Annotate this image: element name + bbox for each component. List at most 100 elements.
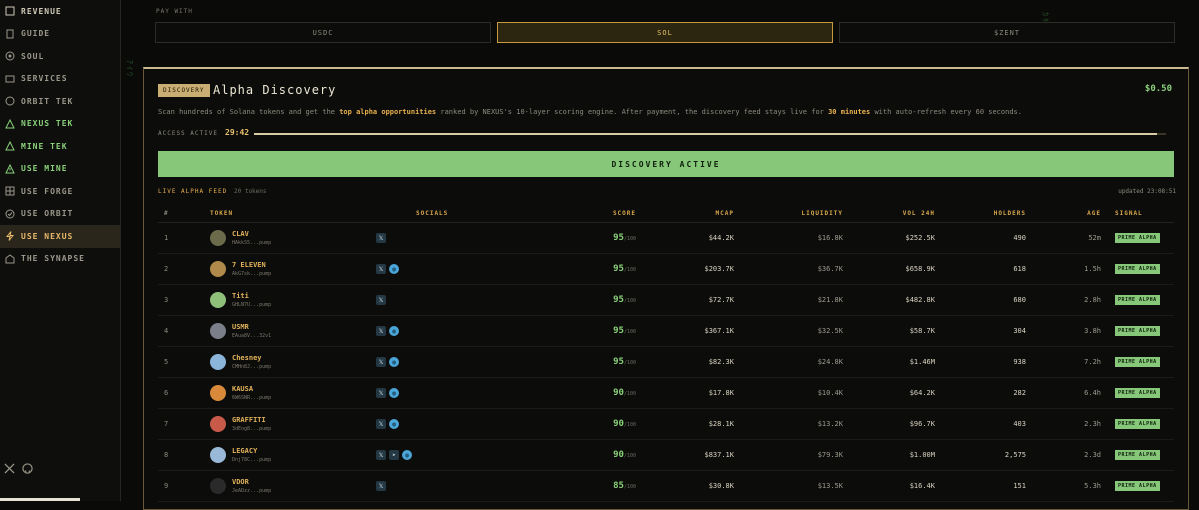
x-link-icon[interactable]: 𝕏: [376, 264, 386, 274]
vol24h-cell: $482.8K: [843, 284, 935, 316]
pay-zent-button[interactable]: $ZENT: [839, 22, 1175, 43]
website-link-icon[interactable]: ◍: [402, 450, 412, 460]
socials-cell: 𝕏: [376, 284, 536, 316]
x-link-icon[interactable]: 𝕏: [376, 233, 386, 243]
sidebar-item-mine-tek[interactable]: MINE TEK: [0, 135, 120, 158]
sidebar-item-orbit-tek[interactable]: ORBIT TEK: [0, 90, 120, 113]
sidebar-item-services[interactable]: SERVICES: [0, 68, 120, 91]
age-cell: 3.8h: [1026, 315, 1101, 347]
table-row[interactable]: 27 ELEVEN AkG7sk...pump 𝕏 ◍ 95/100 $203.7K $36…: [158, 253, 1174, 285]
soul-icon: [5, 51, 15, 61]
pay-usdc-button[interactable]: USDC: [155, 22, 491, 43]
sidebar-item-nexus-tek[interactable]: NEXUS TEK: [0, 113, 120, 136]
website-link-icon[interactable]: ◍: [389, 419, 399, 429]
col-header-liquidity[interactable]: LIQUIDITY: [734, 204, 843, 223]
token-name[interactable]: VDOR: [232, 478, 271, 486]
token-name[interactable]: 7 ELEVEN: [232, 261, 271, 269]
x-link-icon[interactable]: 𝕏: [376, 450, 386, 460]
socials-cell: 𝕏 ◍: [376, 253, 536, 285]
x-link-icon[interactable]: 𝕏: [376, 481, 386, 491]
website-link-icon[interactable]: ◍: [389, 388, 399, 398]
col-header-rank[interactable]: #: [158, 204, 210, 223]
sidebar-item-revenue[interactable]: REVENUE: [0, 0, 120, 23]
table-row[interactable]: 4 USMR EAua8V...32v1 𝕏 ◍ 95/100 $367.1K $32.5K $…: [158, 315, 1174, 347]
holders-cell: 618: [935, 253, 1026, 285]
signal-badge: PRIME ALPHA: [1115, 450, 1160, 460]
access-label: ACCESS ACTIVE: [158, 130, 218, 137]
revenue-icon: [5, 6, 15, 16]
col-header-socials[interactable]: SOCIALS: [376, 204, 536, 223]
score-cell: 85/100: [536, 470, 636, 502]
token-name[interactable]: CLAV: [232, 230, 271, 238]
score-suffix: /100: [623, 391, 636, 397]
github-icon[interactable]: [22, 463, 33, 474]
holders-cell: 680: [935, 284, 1026, 316]
signal-cell: PRIME ALPHA: [1101, 377, 1174, 409]
sidebar-item-use-mine[interactable]: USE MINE: [0, 158, 120, 181]
website-link-icon[interactable]: ◍: [389, 326, 399, 336]
col-header-holders[interactable]: HOLDERS: [935, 204, 1026, 223]
x-link-icon[interactable]: 𝕏: [376, 295, 386, 305]
vol24h-cell: $96.7K: [843, 408, 935, 440]
liquidity-cell: $36.7K: [734, 253, 843, 285]
token-name[interactable]: Titi: [232, 292, 271, 300]
socials-cell: 𝕏: [376, 470, 536, 502]
table-row[interactable]: 6 KAUSA 6W6SNR...pump 𝕏 ◍ 90/100 $17.8K $10.4K $…: [158, 377, 1174, 409]
col-header-score[interactable]: SCORE: [536, 204, 636, 223]
table-row[interactable]: 1 CLAV HAkkS5...pump 𝕏 95/100 $44.2K $16.8K $25…: [158, 222, 1174, 254]
pay-sol-button[interactable]: SOL: [497, 22, 833, 43]
discovery-active-button[interactable]: DISCOVERY ACTIVE: [158, 151, 1174, 177]
token-name[interactable]: USMR: [232, 323, 271, 331]
mine-icon: [5, 141, 15, 151]
x-link-icon[interactable]: 𝕏: [376, 357, 386, 367]
sidebar-item-use-nexus[interactable]: USE NEXUS: [0, 225, 120, 248]
token-name[interactable]: Chesney: [232, 354, 271, 362]
table-row[interactable]: 8 LEGACY Dnj78C...pump 𝕏 ➤ ◍ 90/100 $837.1K $79.…: [158, 439, 1174, 471]
token-name[interactable]: KAUSA: [232, 385, 271, 393]
table-row[interactable]: 9 VDOR JeADzz...pump 𝕏 85/100 $30.8K $13.5K $16…: [158, 470, 1174, 502]
x-link-icon[interactable]: 𝕏: [376, 419, 386, 429]
sidebar-item-label: NEXUS TEK: [21, 119, 74, 129]
sidebar-item-soul[interactable]: SOUL: [0, 45, 120, 68]
payment-options: USDC SOL $ZENT: [155, 22, 1175, 43]
sidebar-item-guide[interactable]: GUIDE: [0, 23, 120, 46]
table-row[interactable]: 5 Chesney CMHn8J...pump 𝕏 ◍ 95/100 $82.3K $24.8…: [158, 346, 1174, 378]
sidebar-item-use-orbit[interactable]: USE ORBIT: [0, 203, 120, 226]
token-avatar: [210, 230, 226, 246]
col-header-age[interactable]: AGE: [1026, 204, 1101, 223]
table-row[interactable]: 7 GRAFFITI 3dEog8...pump 𝕏 ◍ 90/100 $28.1K $13.…: [158, 408, 1174, 440]
col-header-token[interactable]: TOKEN: [210, 204, 376, 223]
rank-cell: 4: [158, 315, 210, 347]
age-cell: 1.5h: [1026, 253, 1101, 285]
sidebar-item-the-synapse[interactable]: THE SYNAPSE: [0, 248, 120, 271]
x-icon[interactable]: [4, 463, 15, 474]
telegram-link-icon[interactable]: ➤: [389, 450, 399, 460]
x-link-icon[interactable]: 𝕏: [376, 326, 386, 336]
rank-cell: 3: [158, 284, 210, 316]
age-cell: 5.3h: [1026, 470, 1101, 502]
sidebar-item-label: THE SYNAPSE: [21, 254, 85, 264]
token-cell: Titi GHLN7U...pump: [210, 284, 376, 316]
grid-icon: [5, 186, 15, 196]
mcap-cell: $82.3K: [636, 346, 734, 378]
website-link-icon[interactable]: ◍: [389, 357, 399, 367]
col-header-signal[interactable]: SIGNAL: [1101, 204, 1174, 223]
score-suffix: /100: [623, 267, 636, 273]
liquidity-cell: $24.8K: [734, 346, 843, 378]
token-name[interactable]: LEGACY: [232, 447, 271, 455]
warning-icon: [5, 163, 15, 174]
website-link-icon[interactable]: ◍: [389, 264, 399, 274]
token-cell: VDOR JeADzz...pump: [210, 470, 376, 502]
sidebar-item-use-forge[interactable]: USE FORGE: [0, 180, 120, 203]
token-name[interactable]: GRAFFITI: [232, 416, 271, 424]
mcap-cell: $72.7K: [636, 284, 734, 316]
liquidity-cell: $21.8K: [734, 284, 843, 316]
x-link-icon[interactable]: 𝕏: [376, 388, 386, 398]
score-value: 95: [613, 295, 624, 305]
table-row[interactable]: 3 Titi GHLN7U...pump 𝕏 95/100 $72.7K $21.8K $48…: [158, 284, 1174, 316]
liquidity-cell: $13.2K: [734, 408, 843, 440]
score-value: 95: [613, 357, 624, 367]
col-header-mcap[interactable]: MCAP: [636, 204, 734, 223]
score-suffix: /100: [623, 422, 636, 428]
col-header-vol24h[interactable]: VOL 24H: [843, 204, 935, 223]
